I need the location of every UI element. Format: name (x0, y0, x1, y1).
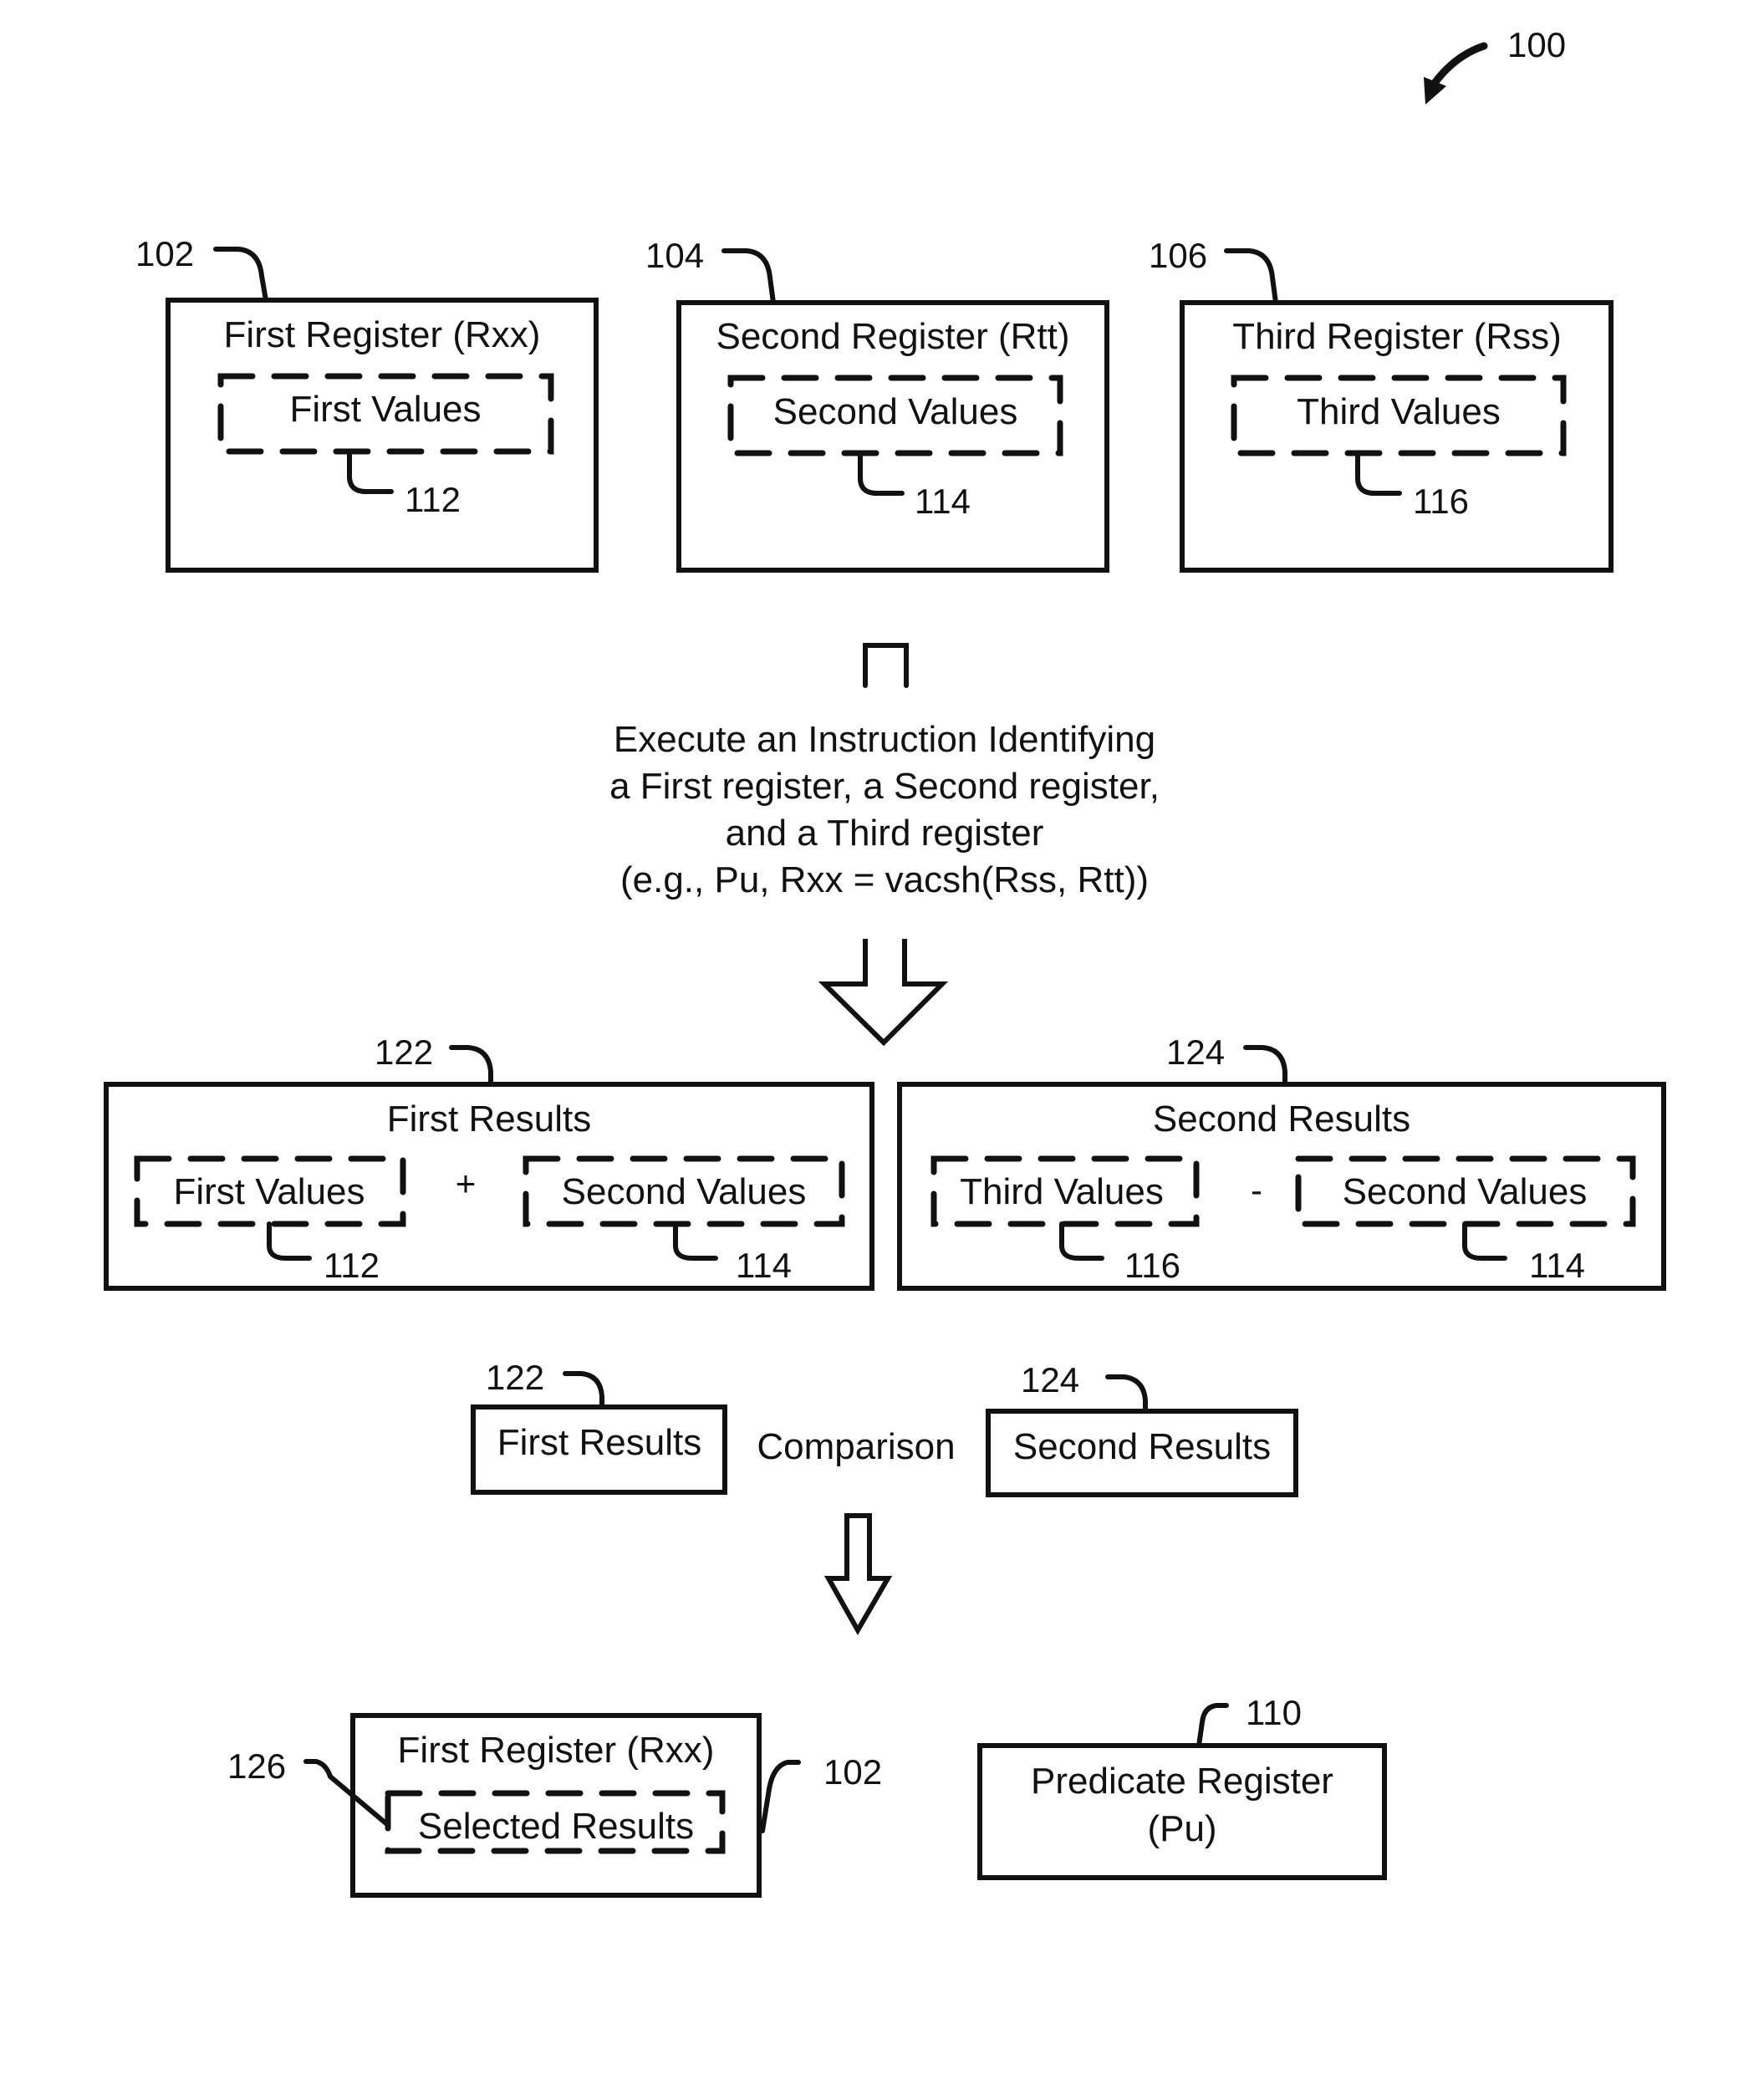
operand-ref: 114 (1529, 1246, 1585, 1285)
register-title: Second Register (Rtt) (716, 316, 1069, 357)
selected-results-label: Selected Results (418, 1806, 694, 1847)
register-first: 102 First Register (Rxx) First Values 11… (135, 234, 599, 573)
register-title: First Register (Rxx) (224, 314, 541, 355)
selected-results-ref: 126 (227, 1746, 286, 1786)
ref-leader-line (721, 248, 776, 305)
result-ref: 122 (375, 1032, 433, 1072)
output-register-title: First Register (Rxx) (398, 1730, 715, 1771)
instruction-line: Execute an Instruction Identifying (614, 719, 1155, 760)
operator-plus: + (456, 1164, 477, 1203)
operand-ref: 116 (1124, 1246, 1180, 1285)
ref-leader-line (1243, 1045, 1287, 1087)
flow-arrow-tail-icon (863, 643, 909, 688)
operand-ref: 114 (736, 1246, 792, 1285)
register-third: 106 Third Register (Rss) Third Values 11… (1149, 236, 1614, 573)
down-arrow-icon (818, 939, 949, 1047)
ref-leader-line (213, 247, 268, 303)
operand-label: First Values (173, 1171, 365, 1212)
output-predicate-register: 110 Predicate Register (Pu) (977, 1693, 1387, 1880)
ref-leader-line (1224, 248, 1278, 305)
figure-ref: 100 (1507, 25, 1566, 64)
operand-label: Third Values (960, 1171, 1164, 1212)
register-title: Third Register (Rss) (1232, 316, 1562, 357)
comparison-right-ref: 124 (1021, 1360, 1079, 1399)
ref-leader-line (1196, 1703, 1229, 1748)
values-label: First Values (289, 389, 481, 430)
output-first-register: First Register (Rxx) Selected Results 12… (227, 1713, 882, 1898)
ref-leader-line (1105, 1374, 1148, 1414)
operand-label: Second Values (562, 1171, 807, 1212)
down-arrow-small-icon (823, 1513, 893, 1636)
instruction-line: and a Third register (726, 813, 1044, 854)
ref-leader-line (563, 1371, 604, 1410)
patent-figure: 100 102 First Register (Rxx) First Value… (104, 25, 1666, 1898)
result-second: 124 Second Results Third Values 116 - Se… (897, 1032, 1666, 1291)
operand-label: Second Values (1343, 1171, 1588, 1212)
values-ref: 116 (1413, 482, 1469, 521)
operator-minus: - (1251, 1170, 1262, 1210)
output-register-ref: 102 (823, 1752, 882, 1792)
predicate-ref: 110 (1246, 1693, 1302, 1732)
predicate-register-title: Predicate Register (1031, 1761, 1333, 1802)
result-ref: 124 (1166, 1032, 1225, 1072)
ref-leader-line (760, 1760, 801, 1833)
figure-ref-group: 100 (1424, 25, 1566, 105)
ref-leader-line (449, 1045, 493, 1087)
values-ref: 114 (915, 482, 971, 521)
instruction-block: Execute an Instruction Identifying a Fir… (609, 719, 1160, 900)
result-first: 122 First Results First Values 112 + Sec… (104, 1032, 874, 1291)
values-label: Second Values (773, 391, 1018, 432)
values-ref: 112 (405, 480, 461, 519)
result-title: First Results (387, 1099, 591, 1139)
predicate-register-name: (Pu) (1147, 1808, 1216, 1849)
comparison-label: Comparison (757, 1426, 955, 1467)
register-ref: 104 (645, 236, 704, 275)
instruction-line: a First register, a Second register, (609, 766, 1160, 807)
register-second: 104 Second Register (Rtt) Second Values … (645, 236, 1109, 573)
first-results-label: First Results (497, 1422, 701, 1463)
values-label: Third Values (1297, 391, 1501, 432)
comparison-left-ref: 122 (486, 1358, 544, 1397)
instruction-line: (e.g., Pu, Rxx = vacsh(Rss, Rtt)) (620, 859, 1149, 900)
operand-ref: 112 (324, 1246, 380, 1285)
register-ref: 106 (1149, 236, 1207, 275)
second-results-label: Second Results (1013, 1426, 1271, 1467)
register-ref: 102 (135, 234, 194, 273)
comparison-row: 122 First Results Comparison 124 Second … (471, 1358, 1298, 1497)
result-title: Second Results (1153, 1099, 1410, 1139)
